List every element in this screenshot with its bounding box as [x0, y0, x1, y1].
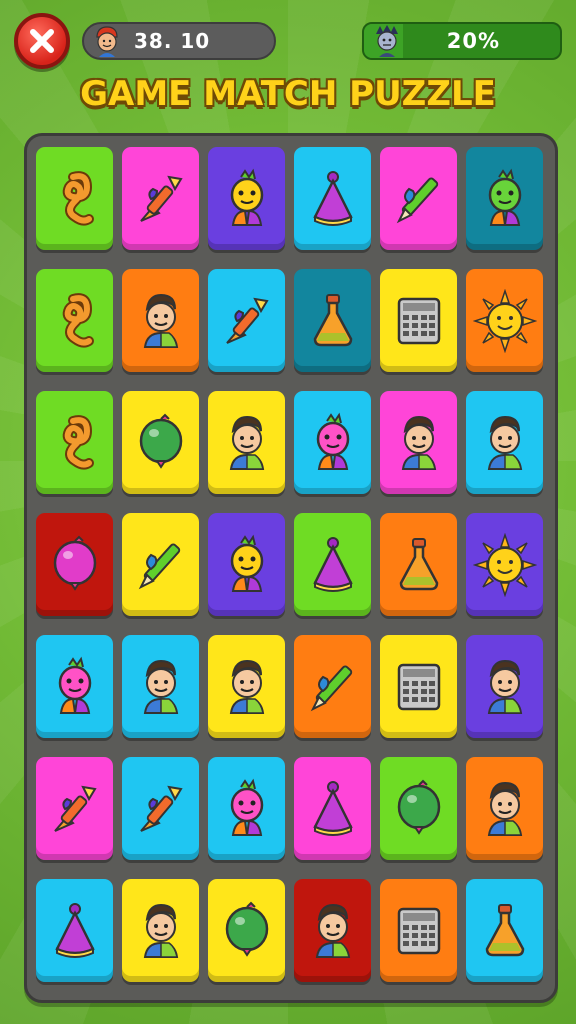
brush-icon [129, 777, 193, 841]
tile-person[interactable] [466, 635, 543, 738]
person-icon [215, 655, 279, 719]
tile-calculator[interactable] [380, 879, 457, 982]
calculator-icon [387, 899, 451, 963]
tile-pen[interactable] [294, 635, 371, 738]
game-board [24, 133, 558, 1003]
person-icon [215, 411, 279, 475]
tile-balloon[interactable] [36, 513, 113, 616]
tile-person[interactable] [380, 391, 457, 494]
tile-swirl[interactable] [36, 147, 113, 250]
tile-brush[interactable] [122, 147, 199, 250]
tile-calculator[interactable] [380, 269, 457, 372]
tile-person[interactable] [294, 879, 371, 982]
tile-creature[interactable] [36, 635, 113, 738]
tile-creature[interactable] [466, 147, 543, 250]
tile-party-hat[interactable] [294, 147, 371, 250]
creature-icon [473, 167, 537, 231]
person-icon [301, 899, 365, 963]
calculator-icon [387, 289, 451, 353]
person-icon [473, 777, 537, 841]
tile-pen[interactable] [380, 147, 457, 250]
pen-icon [387, 167, 451, 231]
close-icon [30, 29, 54, 53]
brush-icon [129, 167, 193, 231]
person-icon [129, 655, 193, 719]
creature-icon [301, 411, 365, 475]
tile-swirl[interactable] [36, 269, 113, 372]
swirl-icon [43, 411, 107, 475]
tile-creature[interactable] [208, 147, 285, 250]
progress-text: 20% [446, 29, 500, 53]
tile-person[interactable] [122, 269, 199, 372]
tile-balloon[interactable] [380, 757, 457, 860]
tile-sun[interactable] [466, 513, 543, 616]
tile-grid [36, 147, 543, 982]
balloon-icon [43, 533, 107, 597]
flask-icon [387, 533, 451, 597]
tile-party-hat[interactable] [294, 757, 371, 860]
tile-creature[interactable] [208, 757, 285, 860]
tile-pen[interactable] [122, 513, 199, 616]
creature-icon [215, 167, 279, 231]
flask-icon [301, 289, 365, 353]
person-icon [473, 655, 537, 719]
creature-icon [215, 533, 279, 597]
balloon-icon [129, 411, 193, 475]
brush-icon [215, 289, 279, 353]
game-title: GAME MATCH PUZZLE [80, 74, 496, 114]
opponent-avatar-icon [370, 24, 404, 58]
tile-brush[interactable] [122, 757, 199, 860]
tile-brush[interactable] [208, 269, 285, 372]
person-icon [387, 411, 451, 475]
tile-party-hat[interactable] [36, 879, 113, 982]
tile-flask[interactable] [466, 879, 543, 982]
tile-creature[interactable] [294, 391, 371, 494]
tile-person[interactable] [208, 391, 285, 494]
person-icon [129, 899, 193, 963]
party-hat-icon [43, 899, 107, 963]
flask-icon [473, 899, 537, 963]
tile-creature[interactable] [208, 513, 285, 616]
person-icon [473, 411, 537, 475]
tile-calculator[interactable] [380, 635, 457, 738]
tile-person[interactable] [466, 391, 543, 494]
calculator-icon [387, 655, 451, 719]
sun-icon [472, 288, 537, 353]
tile-party-hat[interactable] [294, 513, 371, 616]
tile-person[interactable] [466, 757, 543, 860]
tile-sun[interactable] [466, 269, 543, 372]
tile-brush[interactable] [36, 757, 113, 860]
tile-person[interactable] [122, 635, 199, 738]
tile-swirl[interactable] [36, 391, 113, 494]
swirl-icon [43, 167, 107, 231]
party-hat-icon [301, 533, 365, 597]
brush-icon [43, 777, 107, 841]
progress-bar: 20% [362, 22, 562, 60]
tile-flask[interactable] [380, 513, 457, 616]
tile-person[interactable] [122, 879, 199, 982]
party-hat-icon [301, 777, 365, 841]
tile-flask[interactable] [294, 269, 371, 372]
tile-balloon[interactable] [122, 391, 199, 494]
person-icon [129, 289, 193, 353]
sun-icon [472, 532, 537, 597]
creature-icon [43, 655, 107, 719]
pen-icon [129, 533, 193, 597]
balloon-icon [215, 899, 279, 963]
pen-icon [301, 655, 365, 719]
score-display: 38. 10 [82, 22, 276, 60]
tile-balloon[interactable] [208, 879, 285, 982]
tile-person[interactable] [208, 635, 285, 738]
balloon-icon [387, 777, 451, 841]
party-hat-icon [301, 167, 365, 231]
swirl-icon [43, 289, 107, 353]
creature-icon [215, 777, 279, 841]
player-avatar-icon [90, 24, 124, 58]
close-button[interactable] [14, 13, 70, 69]
score-text: 38. 10 [134, 29, 211, 53]
